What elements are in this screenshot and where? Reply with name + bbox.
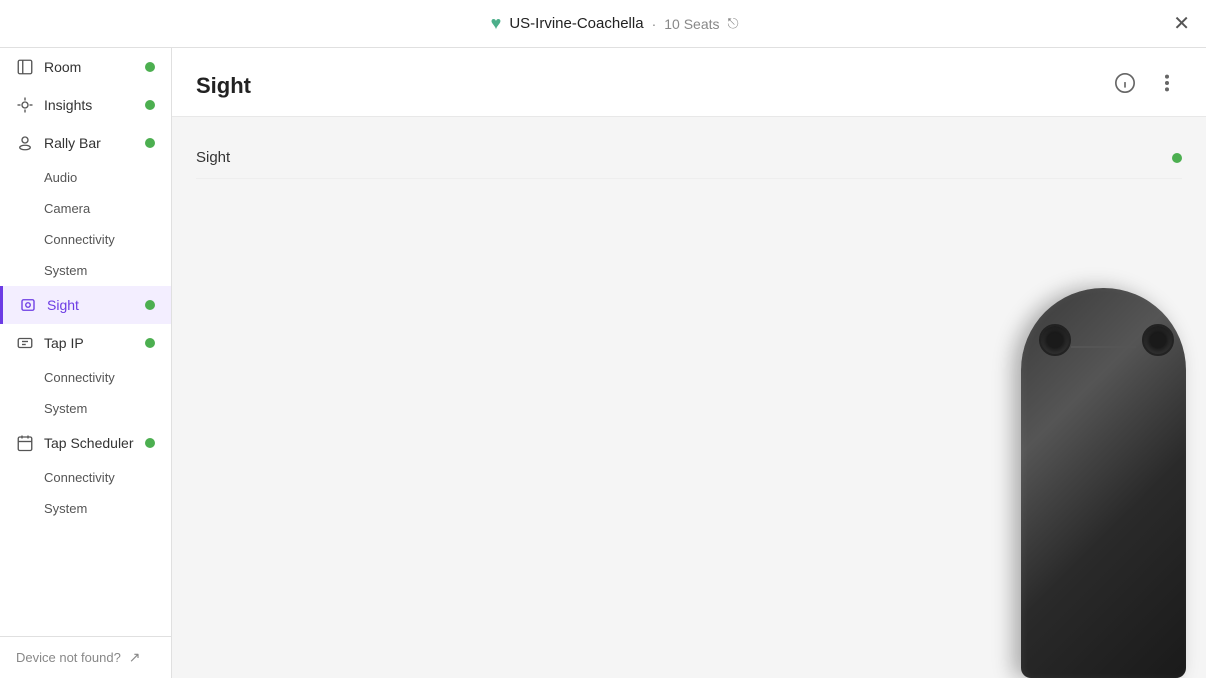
sidebar-subitem-system-tip[interactable]: System	[0, 393, 171, 424]
sidebar-room-label: Room	[44, 59, 81, 75]
sidebar-item-rally-bar-left: Rally Bar	[16, 134, 101, 152]
logo-icon: ♥	[491, 13, 502, 34]
audio-label: Audio	[44, 170, 77, 185]
sidebar-subitem-audio[interactable]: Audio	[0, 162, 171, 193]
sidebar-sight-label: Sight	[47, 297, 79, 313]
insights-icon	[16, 96, 34, 114]
sidebar-item-rally-bar[interactable]: Rally Bar	[0, 124, 171, 162]
device-row-status-dot	[1172, 153, 1182, 163]
system-rb-label: System	[44, 263, 87, 278]
main-actions	[1110, 68, 1182, 104]
seats-label: 10 Seats	[664, 16, 719, 32]
device-separator-line	[1071, 346, 1136, 348]
main-panel: Sight Sight	[172, 48, 1206, 678]
tap-scheduler-status-dot	[145, 438, 155, 448]
device-not-found-label: Device not found?	[16, 650, 121, 665]
sidebar-item-sight-left: Sight	[19, 296, 79, 314]
edit-icon[interactable]: ⎋	[728, 15, 739, 32]
sidebar-insights-label: Insights	[44, 97, 92, 113]
sidebar-rally-bar-label: Rally Bar	[44, 135, 101, 151]
sidebar-item-room[interactable]: Room	[0, 48, 171, 86]
connectivity-ts-label: Connectivity	[44, 470, 115, 485]
device-lens-right	[1142, 324, 1174, 356]
app-header: ♥ US-Irvine-Coachella · 10 Seats ⎋ ✕	[0, 0, 1206, 48]
sidebar-item-room-left: Room	[16, 58, 81, 76]
more-options-button[interactable]	[1152, 68, 1182, 104]
tap-ip-status-dot	[145, 338, 155, 348]
rally-bar-icon	[16, 134, 34, 152]
sidebar-subitem-system-rb[interactable]: System	[0, 255, 171, 286]
rally-bar-status-dot	[145, 138, 155, 148]
close-button[interactable]: ✕	[1173, 11, 1190, 36]
main-header: Sight	[172, 48, 1206, 117]
header-separator: ·	[652, 16, 657, 32]
tap-scheduler-icon	[16, 434, 34, 452]
device-row-label: Sight	[196, 149, 230, 166]
sidebar-item-insights-left: Insights	[16, 96, 92, 114]
page-title: Sight	[196, 73, 251, 99]
room-status-dot	[145, 62, 155, 72]
system-ts-label: System	[44, 501, 87, 516]
sidebar-item-tap-ip[interactable]: Tap IP	[0, 324, 171, 362]
sidebar-item-tap-scheduler[interactable]: Tap Scheduler	[0, 424, 171, 462]
sidebar-subitem-camera[interactable]: Camera	[0, 193, 171, 224]
sidebar: Room Insights	[0, 48, 172, 678]
sidebar-item-tap-scheduler-left: Tap Scheduler	[16, 434, 134, 452]
app-body: Room Insights	[0, 48, 1206, 678]
sidebar-tap-scheduler-label: Tap Scheduler	[44, 435, 134, 451]
sidebar-footer: Device not found? ↗	[0, 636, 171, 678]
sidebar-subitem-connectivity-rb[interactable]: Connectivity	[0, 224, 171, 255]
device-cylinder	[1021, 288, 1186, 678]
device-image-container	[1006, 258, 1206, 678]
device-row: Sight	[196, 137, 1182, 179]
main-content: Sight	[172, 117, 1206, 678]
sidebar-item-insights[interactable]: Insights	[0, 86, 171, 124]
room-icon	[16, 58, 34, 76]
device-not-found-link-icon[interactable]: ↗	[129, 649, 141, 666]
sidebar-subitem-connectivity-tip[interactable]: Connectivity	[0, 362, 171, 393]
header-center: ♥ US-Irvine-Coachella · 10 Seats ⎋	[491, 13, 739, 34]
sidebar-subitem-system-ts[interactable]: System	[0, 493, 171, 524]
sidebar-item-tap-ip-left: Tap IP	[16, 334, 84, 352]
sidebar-subitem-connectivity-ts[interactable]: Connectivity	[0, 462, 171, 493]
device-lens-left	[1039, 324, 1071, 356]
insights-status-dot	[145, 100, 155, 110]
connectivity-rb-label: Connectivity	[44, 232, 115, 247]
sight-status-dot	[145, 300, 155, 310]
room-title: US-Irvine-Coachella	[509, 15, 643, 32]
sight-icon	[19, 296, 37, 314]
connectivity-tip-label: Connectivity	[44, 370, 115, 385]
info-button[interactable]	[1110, 68, 1140, 104]
camera-label: Camera	[44, 201, 90, 216]
sidebar-item-sight[interactable]: Sight	[0, 286, 171, 324]
system-tip-label: System	[44, 401, 87, 416]
tap-ip-icon	[16, 334, 34, 352]
sidebar-tap-ip-label: Tap IP	[44, 335, 84, 351]
